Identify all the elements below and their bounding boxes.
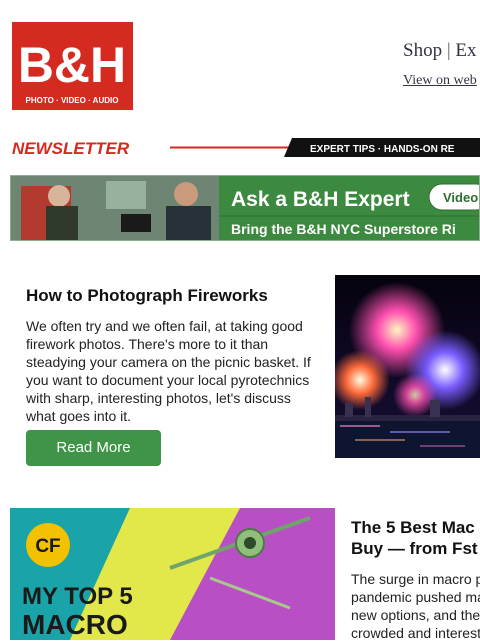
nav-separator: |	[446, 40, 451, 61]
nav-explore-link[interactable]: Ex	[455, 40, 476, 61]
macro-image-line1: MY TOP 5	[22, 583, 133, 610]
article-body-line: crowded and interest	[351, 625, 480, 641]
newsletter-tagline: EXPERT TIPS · HANDS-ON RE	[310, 144, 455, 155]
nav-shop-link[interactable]: Shop	[403, 40, 442, 61]
macro-image-line2: MACRO	[22, 609, 128, 640]
article-title-macro-line1: The 5 Best Mac	[351, 518, 475, 537]
logo-wordmark: B&H	[18, 37, 126, 93]
article-title-macro-line2: Buy — from Fst	[351, 539, 478, 558]
banner-subline: Bring the B&H NYC Superstore Ri	[231, 221, 456, 237]
newsletter-title: NEWSLETTER	[12, 139, 130, 157]
macro-badge: CF	[35, 536, 60, 557]
article-body-line: new options, and the	[351, 607, 480, 623]
article-body-line: pandemic pushed ma	[351, 589, 480, 605]
macro-lens-image[interactable]: CF MY TOP 5 MACRO	[10, 508, 335, 640]
view-on-web-link[interactable]: View on web	[403, 73, 477, 89]
fireworks-image[interactable]	[335, 275, 480, 458]
banner-headline: Ask a B&H Expert	[231, 188, 410, 211]
top-nav: Shop | Ex	[403, 40, 477, 62]
banner-video-button[interactable]: Video	[443, 190, 478, 205]
article-body-line: The surge in macro p	[351, 571, 480, 587]
article-title-fireworks[interactable]: How to Photograph Fireworks	[26, 286, 268, 306]
article-body-macro: The surge in macro p pandemic pushed ma …	[351, 570, 480, 642]
article-title-macro[interactable]: The 5 Best Mac Buy — from Fst	[351, 517, 480, 559]
read-more-button[interactable]: Read More	[26, 430, 161, 466]
article-body-fireworks: We often try and we often fail, at takin…	[26, 318, 311, 424]
newsletter-bar: NEWSLETTER EXPERT TIPS · HANDS-ON RE	[10, 138, 480, 157]
bh-logo[interactable]: B&H PHOTO · VIDEO · AUDIO	[10, 20, 135, 112]
ask-expert-banner[interactable]: Ask a B&H Expert Video Bring the B&H NYC…	[10, 175, 480, 241]
logo-tagline: PHOTO · VIDEO · AUDIO	[26, 96, 119, 105]
